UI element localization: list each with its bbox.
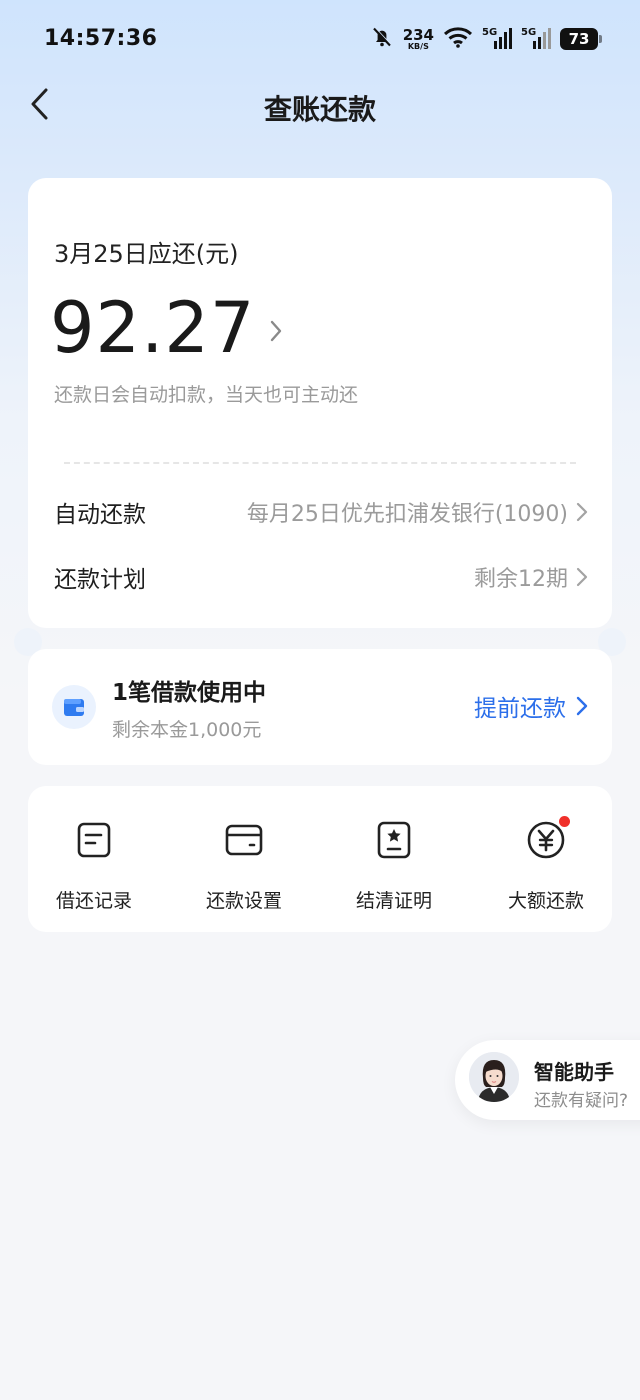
smart-assistant-button[interactable]: 智能助手 还款有疑问?	[455, 1040, 640, 1120]
prepay-label: 提前还款	[474, 696, 566, 722]
wifi-icon	[443, 26, 473, 52]
net-speed: 234 KB/S	[402, 25, 434, 51]
tool-label: 还款设置	[205, 890, 282, 912]
bill-card: 3月25日应还(元) 92.27 还款日会自动扣款，当天也可主动还 自动还款 每…	[14, 178, 626, 656]
notification-dot	[559, 816, 570, 827]
wallet-icon	[52, 685, 96, 729]
auto-repay-label: 自动还款	[54, 502, 146, 528]
due-amount: 92.27	[50, 287, 256, 369]
page-title: 查账还款	[263, 93, 376, 126]
chevron-right-icon	[576, 696, 588, 716]
tool-label: 结清证明	[355, 890, 432, 912]
signal-icon-2: 5G	[521, 27, 551, 51]
tool-large-repay[interactable]: 大额还款	[486, 816, 606, 913]
due-label: 3月25日应还(元)	[54, 240, 239, 268]
repay-plan-value: 剩余12期	[474, 567, 568, 592]
status-bar: 14:57:36 234 KB/S 5G 5G 73	[0, 0, 640, 80]
chevron-right-icon	[576, 567, 588, 587]
auto-repay-value: 每月25日优先扣浦发银行(1090)	[246, 502, 568, 527]
yuan-icon	[524, 816, 570, 862]
loan-card: 1笔借款使用中 剩余本金1,000元 提前还款	[28, 649, 612, 765]
loan-title: 1笔借款使用中	[112, 680, 267, 706]
status-time: 14:57:36	[44, 26, 158, 51]
status-icons: 234 KB/S 5G 5G 73	[370, 24, 602, 54]
repay-plan-label: 还款计划	[54, 567, 146, 593]
signal-icon: 5G	[482, 27, 512, 51]
divider	[64, 462, 576, 464]
tools-card: 借还记录 还款设置 结清证明 大额还款	[28, 786, 612, 932]
due-amount-link[interactable]: 92.27	[50, 288, 283, 368]
repay-plan-row[interactable]: 还款计划 剩余12期	[54, 557, 588, 597]
prepay-button[interactable]: 提前还款	[474, 689, 588, 723]
assistant-title: 智能助手	[534, 1060, 614, 1084]
tool-label: 大额还款	[507, 890, 584, 912]
loan-remaining: 剩余本金1,000元	[112, 719, 262, 741]
due-hint: 还款日会自动扣款，当天也可主动还	[54, 384, 359, 406]
nav-bar: 查账还款	[0, 80, 640, 132]
battery-icon: 73	[560, 28, 602, 50]
bell-off-icon	[370, 25, 394, 53]
tool-settlement-certificate[interactable]: 结清证明	[334, 818, 454, 913]
card-icon	[222, 818, 266, 862]
tool-label: 借还记录	[55, 890, 132, 912]
record-icon	[72, 818, 116, 862]
chevron-right-icon	[576, 502, 588, 522]
chevron-right-icon	[271, 320, 282, 342]
tool-borrow-record[interactable]: 借还记录	[34, 818, 154, 913]
auto-repay-row[interactable]: 自动还款 每月25日优先扣浦发银行(1090)	[54, 492, 588, 532]
assistant-subtitle: 还款有疑问?	[534, 1091, 629, 1111]
certificate-icon	[372, 818, 416, 862]
assistant-avatar	[469, 1052, 519, 1102]
tool-repay-settings[interactable]: 还款设置	[184, 818, 304, 913]
